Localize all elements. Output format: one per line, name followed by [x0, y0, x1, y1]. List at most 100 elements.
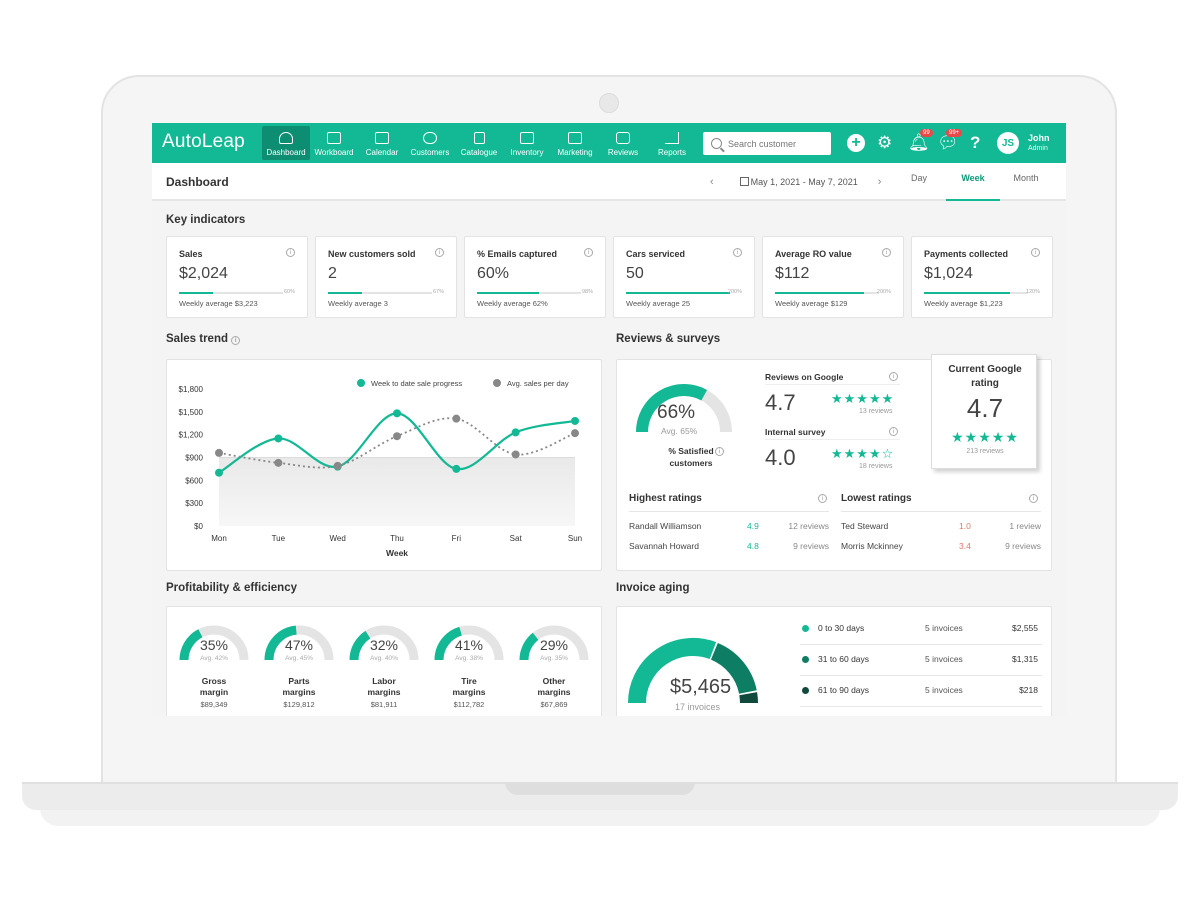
info-icon[interactable]: i	[889, 372, 898, 381]
kpi-value: $1,024	[924, 265, 973, 282]
rating-person-name[interactable]: Savannah Howard	[629, 541, 699, 551]
margin-gauge-item[interactable]: 35% Avg. 42% Gross margin $89,349	[178, 617, 250, 709]
tab-month[interactable]: Month	[1002, 173, 1050, 201]
info-icon[interactable]: i	[231, 336, 241, 345]
rating-score: 1.0	[959, 521, 971, 531]
margin-name: Labor margins	[367, 676, 401, 697]
current-rating-score: 4.7	[966, 393, 1004, 423]
nav-dashboard[interactable]: Dashboard	[262, 126, 310, 160]
gear-icon[interactable]: ⚙	[877, 134, 892, 151]
kpi-card[interactable]: Payments collected i $1,024 120% Weekly aver…	[911, 236, 1053, 318]
kpi-progress-fill	[477, 292, 540, 294]
data-point[interactable]	[511, 450, 520, 459]
chart-shaded-area	[219, 457, 575, 526]
kpi-target: 98%	[581, 289, 593, 295]
screen: AutoLeap Dashboard Workboard Calendar Cu…	[152, 123, 1066, 716]
tab-day[interactable]: Day	[897, 173, 941, 201]
chevron-left-icon[interactable]: ‹	[710, 176, 714, 188]
kpi-weekly-average: Weekly average $129	[775, 299, 848, 308]
margin-gauge-item[interactable]: 32% Avg. 40% Labor margins $81,911	[348, 617, 420, 709]
current-google-rating-card: Current Google rating 4.7 ★★★★★ 213 revi…	[931, 354, 1037, 469]
rating-score: 4.9	[747, 521, 759, 531]
nav-catalogue[interactable]: Catalogue	[457, 126, 501, 160]
data-point[interactable]	[571, 416, 579, 425]
nav-inventory[interactable]: Inventory	[506, 126, 548, 160]
info-icon[interactable]: i	[889, 427, 898, 436]
info-icon[interactable]: i	[286, 248, 295, 257]
info-icon[interactable]: i	[584, 248, 593, 257]
nav-marketing[interactable]: Marketing	[553, 126, 597, 160]
rating-count: 1 review	[1009, 521, 1041, 531]
current-rating-title: Current Google rating	[948, 364, 1022, 389]
search-input[interactable]	[728, 138, 828, 149]
help-icon[interactable]: ?	[970, 134, 980, 151]
data-point[interactable]	[393, 432, 401, 441]
margin-gauge-item[interactable]: 47% Avg. 45% Parts margins $129,812	[263, 617, 335, 709]
data-point[interactable]	[393, 409, 401, 418]
data-point[interactable]	[452, 414, 461, 423]
nav-calendar[interactable]: Calendar	[362, 126, 402, 160]
kpi-card[interactable]: Sales i $2,024 60% Weekly average $3,223	[166, 236, 308, 318]
margin-name: Tire margins	[452, 676, 486, 697]
calendar-small-icon	[739, 177, 749, 186]
nav-reports[interactable]: Reports	[652, 126, 692, 160]
info-icon[interactable]: i	[733, 248, 742, 257]
sales-trend-chart: $0 $300 $600 $900 $1,200 $1,500 $1,800 Mon Tue We…	[179, 379, 582, 558]
data-point[interactable]	[215, 448, 223, 457]
data-point[interactable]	[274, 458, 283, 467]
info-icon[interactable]: i	[818, 494, 827, 503]
date-range[interactable]: May 1, 2021 - May 7, 2021	[739, 177, 858, 187]
chat-badge: 99+	[946, 129, 963, 137]
invoice-aging-row[interactable]: 61 to 90 days 5 invoices $218	[800, 676, 1042, 707]
aging-range: 0 to 30 days	[818, 623, 865, 633]
sales-trend-card: $0 $300 $600 $900 $1,200 $1,500 $1,800 Mon Tue We…	[166, 359, 602, 571]
margin-gauge-item[interactable]: 41% Avg. 38% Tire margins $112,782	[433, 617, 505, 709]
margin-avg: Avg. 38%	[455, 655, 483, 662]
kpi-card[interactable]: New customers sold i 2 67% Weekly average 3	[315, 236, 457, 318]
internal-stars-icon: ★★★★☆	[831, 446, 895, 461]
data-point[interactable]	[511, 428, 520, 437]
data-point[interactable]	[274, 434, 283, 443]
rating-person-name[interactable]: Randall Williamson	[629, 521, 701, 531]
info-icon[interactable]: i	[435, 248, 444, 257]
info-icon[interactable]: i	[715, 447, 724, 456]
rating-person-name[interactable]: Ted Steward	[841, 521, 888, 531]
notification-badge: 99	[920, 129, 933, 137]
tab-week[interactable]: Week	[946, 173, 1000, 201]
margin-gauge-item[interactable]: 29% Avg. 35% Other margins $67,869	[518, 617, 590, 709]
internal-count: 18 reviews	[859, 463, 893, 470]
kpi-card[interactable]: % Emails captured i 60% 98% Weekly average 6…	[464, 236, 606, 318]
kpi-card[interactable]: Cars serviced i 50 200% Weekly average 25	[613, 236, 755, 318]
y-tick-label: $600	[185, 476, 203, 485]
app-logo[interactable]: AutoLeap	[162, 131, 245, 153]
avatar[interactable]: JS	[997, 132, 1019, 154]
add-icon[interactable]: +	[847, 134, 865, 152]
user-name[interactable]: John	[1028, 133, 1050, 143]
chevron-right-icon[interactable]: ›	[878, 176, 882, 188]
donut-segment[interactable]	[739, 692, 758, 704]
kpi-label: Average RO value	[775, 249, 852, 259]
kpi-card[interactable]: Average RO value i $112 200% Weekly average …	[762, 236, 904, 318]
nav-label: Dashboard	[266, 148, 306, 157]
data-point[interactable]	[215, 468, 223, 477]
kpi-progress-fill	[328, 292, 363, 294]
nav-workboard[interactable]: Workboard	[312, 126, 356, 160]
invoice-aging-row[interactable]: 31 to 60 days 5 invoices $1,315	[800, 645, 1042, 676]
rating-person-name[interactable]: Morris Mckinney	[841, 541, 903, 551]
data-point[interactable]	[452, 464, 461, 473]
nav-reviews[interactable]: Reviews	[604, 126, 642, 160]
nav-customers[interactable]: Customers	[408, 126, 452, 160]
y-tick-label: $0	[194, 522, 203, 531]
search-box[interactable]	[703, 132, 831, 155]
kpi-weekly-average: Weekly average 3	[328, 299, 388, 308]
reviews-title: Reviews & surveys	[616, 333, 721, 345]
kpi-progress-fill	[775, 292, 865, 294]
data-point[interactable]	[571, 429, 579, 438]
info-icon[interactable]: i	[882, 248, 891, 257]
data-point[interactable]	[333, 461, 342, 470]
megaphone-icon	[568, 132, 582, 144]
invoice-aging-row[interactable]: 0 to 30 days 5 invoices $2,555	[800, 614, 1042, 645]
info-icon[interactable]: i	[1031, 248, 1040, 257]
nav-label: Workboard	[314, 148, 354, 157]
info-icon[interactable]: i	[1029, 494, 1038, 503]
